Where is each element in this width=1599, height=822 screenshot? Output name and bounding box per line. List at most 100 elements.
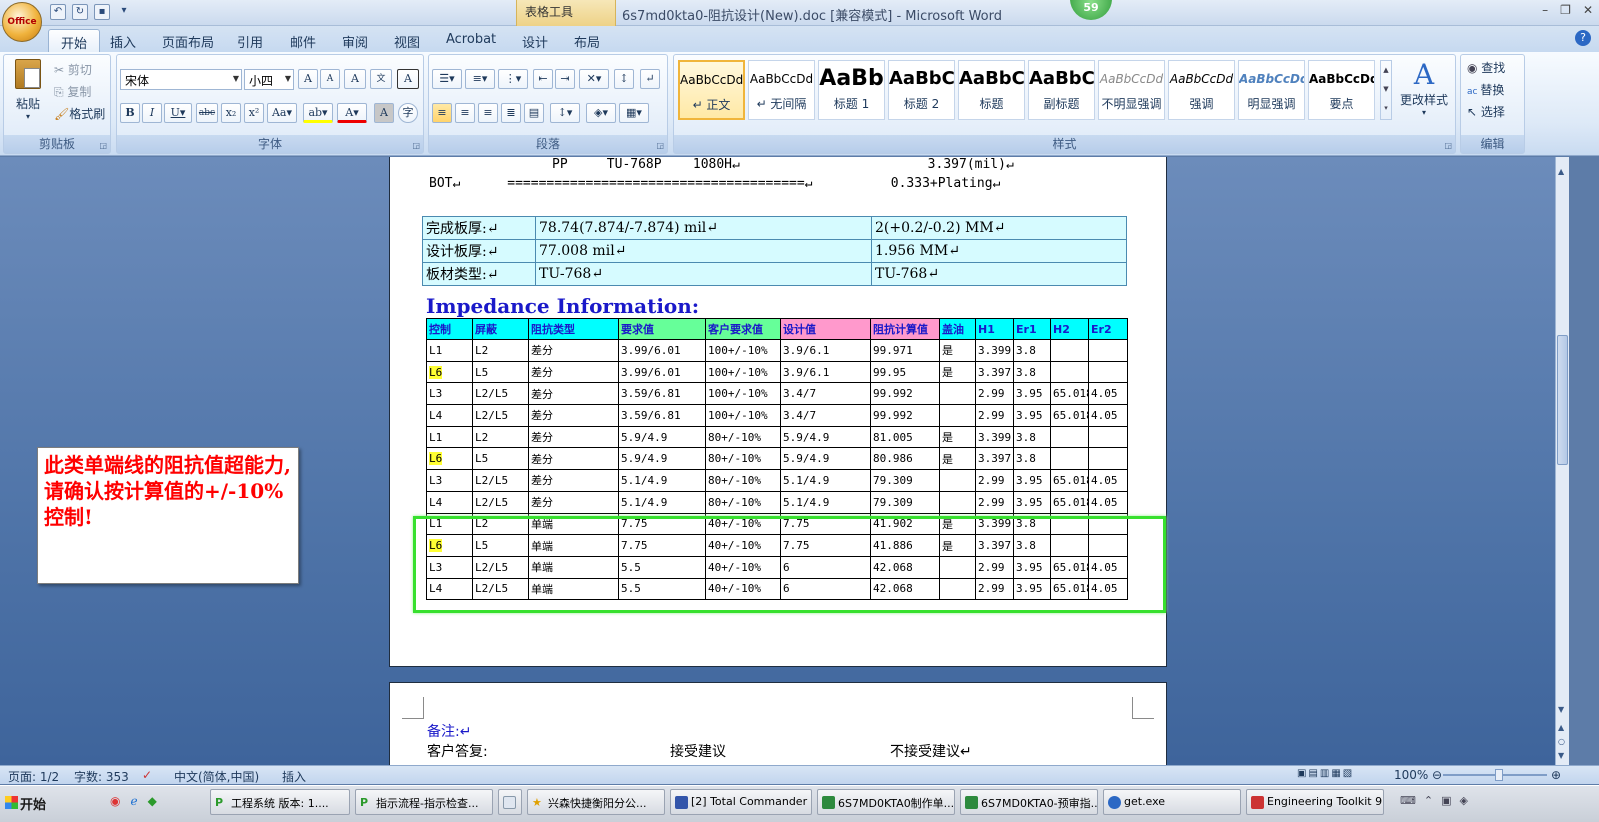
scroll-down-icon[interactable]: ▼ xyxy=(1558,705,1564,714)
asian-layout-icon[interactable]: ✕▾ xyxy=(579,69,609,89)
style-title[interactable]: AaBbC 标题 xyxy=(958,60,1025,120)
scrollbar-thumb[interactable] xyxy=(1557,335,1568,465)
font-name-combo[interactable]: 宋体 ▼ xyxy=(120,69,242,90)
next-page-icon[interactable]: ▼ xyxy=(1558,751,1564,760)
tab-insert[interactable]: 插入 xyxy=(98,29,148,52)
style-subtitle[interactable]: AaBbC 副标题 xyxy=(1028,60,1095,120)
char-border-icon[interactable]: A xyxy=(397,69,419,89)
decrease-indent-icon[interactable]: ⇤ xyxy=(533,69,553,89)
char-shading-icon[interactable]: A xyxy=(374,103,394,123)
document-workspace[interactable]: PP TU-768P 1080H↵ 3.397(mil)↵ BOT↵ =====… xyxy=(0,157,1555,765)
undo-icon[interactable]: ↶ xyxy=(50,4,66,20)
taskbar-item[interactable] xyxy=(498,789,522,815)
tab-mailings[interactable]: 邮件 xyxy=(278,29,328,52)
font-size-combo[interactable]: 小四 ▼ xyxy=(244,69,294,90)
browse-object-icon[interactable]: ○ xyxy=(1558,737,1565,746)
highlight-icon[interactable]: ab▾ xyxy=(303,103,333,123)
dialog-launcher-icon[interactable]: ◲ xyxy=(656,141,664,150)
dialog-launcher-icon[interactable]: ◲ xyxy=(99,141,107,150)
style-emphasis[interactable]: AaBbCcDd 强调 xyxy=(1168,60,1235,120)
minimize-icon[interactable]: – xyxy=(1542,3,1548,17)
document-page-2[interactable]: 备注:↵ 客户答复: 接受建议 不接受建议↵ xyxy=(389,682,1167,765)
tab-view[interactable]: 视图 xyxy=(382,29,432,52)
vertical-scrollbar[interactable]: ▲ ▼ ▲ ○ ▼ xyxy=(1555,157,1569,765)
page-indicator[interactable]: 页面: 1/2 xyxy=(8,768,59,785)
line-spacing-icon[interactable]: ↕▾ xyxy=(550,103,580,123)
volume-icon[interactable]: ◈ xyxy=(1460,794,1468,807)
style-strong[interactable]: AaBbCcDd 要点 xyxy=(1308,60,1375,120)
insert-mode[interactable]: 插入 xyxy=(282,768,306,785)
style-heading-2[interactable]: AaBbC 标题 2 xyxy=(888,60,955,120)
office-button[interactable]: Office xyxy=(2,2,42,42)
prev-page-icon[interactable]: ▲ xyxy=(1558,723,1564,732)
shrink-font-icon[interactable]: A xyxy=(320,69,340,89)
style-heading-1[interactable]: AaBb 标题 1 xyxy=(818,60,885,120)
taskbar-item[interactable]: get.exe xyxy=(1103,789,1241,815)
paste-button[interactable]: 粘贴 ▾ xyxy=(12,59,44,129)
find-button[interactable]: ◉ 查找 xyxy=(1467,59,1505,76)
zoom-out-icon[interactable]: ⊖ xyxy=(1432,768,1442,782)
style-normal[interactable]: AaBbCcDd ↵ 正文 xyxy=(678,60,745,120)
restore-icon[interactable]: ❐ xyxy=(1560,3,1571,17)
font-color-icon[interactable]: A▾ xyxy=(337,103,367,123)
help-icon[interactable]: ? xyxy=(1575,30,1591,46)
chrome-icon[interactable]: ◉ xyxy=(110,794,120,808)
distributed-icon[interactable]: ▤ xyxy=(524,103,544,123)
numbering-icon[interactable]: ≡▾ xyxy=(465,69,495,89)
taskbar-item[interactable]: [2] Total Commander ... xyxy=(670,789,812,815)
taskbar-item[interactable]: 6S7MD0KTA0制作单.... xyxy=(817,789,955,815)
select-button[interactable]: ↖ 选择 xyxy=(1467,103,1505,120)
tab-layout[interactable]: 布局 xyxy=(562,29,612,52)
tab-design[interactable]: 设计 xyxy=(510,29,560,52)
scroll-up-icon[interactable]: ▲ xyxy=(1558,167,1564,176)
keyboard-icon[interactable]: ⌨ xyxy=(1400,794,1416,807)
zoom-level[interactable]: 100% xyxy=(1394,768,1428,782)
format-painter-button[interactable]: 🖌格式刷 xyxy=(54,105,105,122)
taskbar-item[interactable]: P 工程系统 版本: 1.... xyxy=(210,789,350,815)
underline-icon[interactable]: U▾ xyxy=(164,103,192,123)
superscript-icon[interactable]: x² xyxy=(244,103,264,123)
taskbar-item[interactable]: ★ 兴森快捷衡阳分公... xyxy=(527,789,665,815)
network-icon[interactable]: ▣ xyxy=(1441,794,1451,807)
style-intense-emphasis[interactable]: AaBbCcDd 明显强调 xyxy=(1238,60,1305,120)
ie-icon[interactable]: ℯ xyxy=(130,794,137,808)
annotation-note[interactable]: 此类单端线的阻抗值超能力,请确认按计算值的+/-10%控制! xyxy=(37,447,299,584)
enclose-char-icon[interactable]: 字 xyxy=(398,103,418,123)
word-count[interactable]: 字数: 353 xyxy=(74,768,129,785)
language-indicator[interactable]: 中文(简体,中国) xyxy=(174,768,259,785)
sort-icon[interactable]: ↕ xyxy=(614,69,634,89)
italic-icon[interactable]: I xyxy=(142,103,162,123)
taskbar-item[interactable]: P 指示流程-指示检查... xyxy=(355,789,493,815)
app-icon[interactable]: ◆ xyxy=(148,794,157,808)
bold-icon[interactable]: B xyxy=(120,103,140,123)
increase-indent-icon[interactable]: ⇥ xyxy=(555,69,575,89)
change-styles-button[interactable]: A 更改样式 ▾ xyxy=(1396,59,1452,118)
start-button[interactable]: 开始 xyxy=(2,789,48,815)
tray-expand-icon[interactable]: ⌃ xyxy=(1424,794,1433,807)
close-icon[interactable]: ✕ xyxy=(1583,3,1593,17)
taskbar-item[interactable]: 6S7MD0KTA0-预审指... xyxy=(960,789,1098,815)
tab-acrobat[interactable]: Acrobat xyxy=(434,29,508,52)
copy-button[interactable]: ⎘ 复制 xyxy=(54,83,91,100)
taskbar-item[interactable]: Engineering Toolkit 9.... xyxy=(1246,789,1384,815)
save-icon[interactable]: ▪ xyxy=(94,4,110,20)
cut-button[interactable]: ✂ 剪切 xyxy=(54,61,92,78)
shading-icon[interactable]: ◈▾ xyxy=(586,103,616,123)
zoom-slider-thumb[interactable] xyxy=(1495,769,1503,781)
tab-references[interactable]: 引用 xyxy=(225,29,275,52)
dialog-launcher-icon[interactable]: ◲ xyxy=(412,141,420,150)
clear-format-icon[interactable]: A xyxy=(344,69,366,89)
redo-icon[interactable]: ↻ xyxy=(72,4,88,20)
align-right-icon[interactable]: ≡ xyxy=(478,103,498,123)
customize-qat-icon[interactable]: ▾ xyxy=(116,4,132,20)
borders-icon[interactable]: ▦▾ xyxy=(619,103,649,123)
style-no-spacing[interactable]: AaBbCcDd ↵ 无间隔 xyxy=(748,60,815,120)
zoom-in-icon[interactable]: ⊕ xyxy=(1551,768,1561,782)
view-buttons[interactable]: ▣▤▥▦▧ xyxy=(1297,768,1354,779)
proofing-icon[interactable]: ✓ xyxy=(142,768,152,782)
grow-font-icon[interactable]: A xyxy=(298,69,318,89)
dialog-launcher-icon[interactable]: ◲ xyxy=(1444,141,1452,150)
align-center-icon[interactable]: ≡ xyxy=(455,103,475,123)
tab-home[interactable]: 开始 xyxy=(48,29,101,52)
show-marks-icon[interactable]: ↵ xyxy=(640,69,660,89)
